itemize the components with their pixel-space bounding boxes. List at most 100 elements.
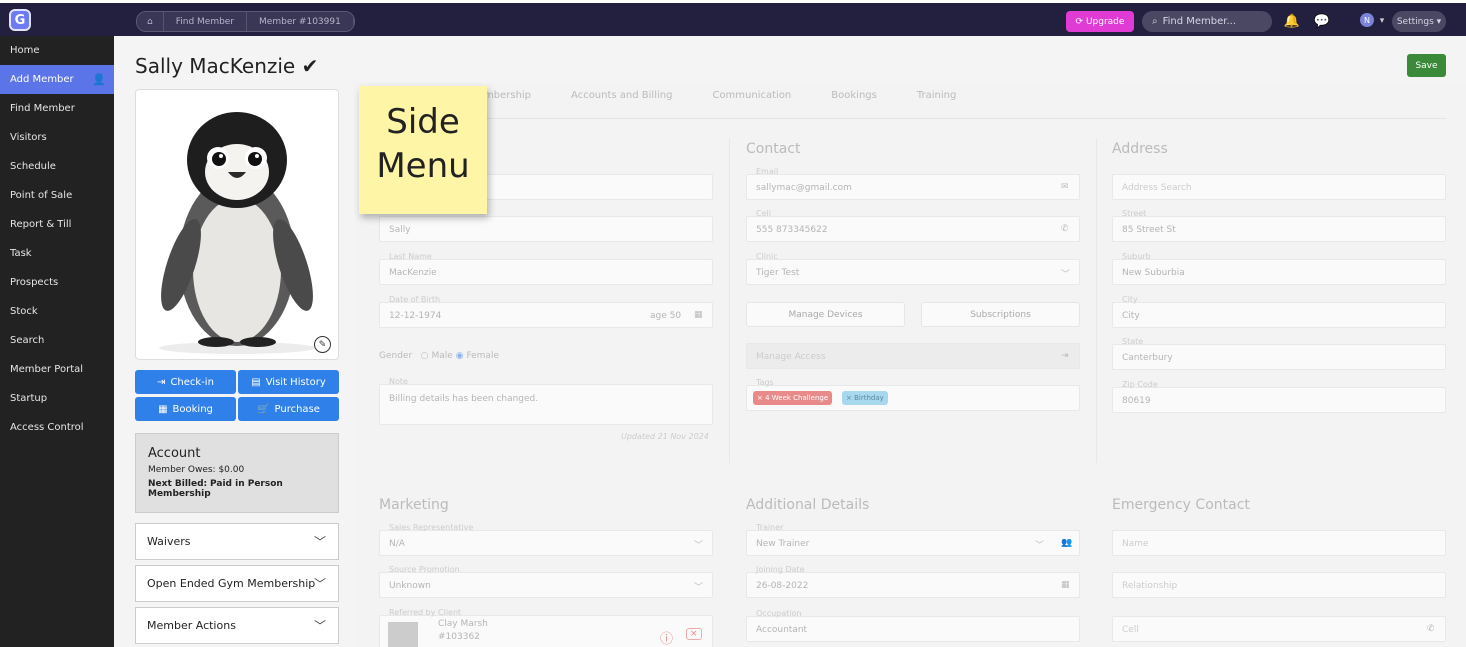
- clinic-label: Clinic: [756, 252, 778, 261]
- address-title: Address: [1112, 141, 1168, 157]
- street-field[interactable]: Street 85 Street St: [1112, 209, 1446, 242]
- tags-field[interactable]: Tags × 4 Week Challenge × Birthday: [746, 378, 1080, 411]
- tab-training[interactable]: Training: [917, 90, 956, 110]
- user-avatar[interactable]: N: [1360, 13, 1374, 27]
- top-bar: G ⌂ Find Member Member #103991 ⟳ Upgrade…: [0, 0, 1466, 36]
- trainer-select[interactable]: Trainer New Trainer ﹀ 👥: [746, 523, 1080, 556]
- upgrade-button[interactable]: ⟳ Upgrade: [1066, 11, 1134, 32]
- sidebar-item-stock[interactable]: Stock: [0, 297, 114, 326]
- member-actions-collapsible[interactable]: Member Actions ﹀: [135, 607, 339, 644]
- gender-label: Gender: [379, 351, 413, 361]
- tab-bookings[interactable]: Bookings: [831, 90, 877, 110]
- state-field[interactable]: State Canterbury: [1112, 337, 1446, 370]
- emergency-cell-field[interactable]: Cell ✆: [1112, 616, 1446, 642]
- history-icon: ▤: [251, 376, 261, 388]
- login-icon: ⇥: [157, 376, 166, 388]
- first-name-value: Sally: [389, 225, 411, 235]
- breadcrumb-find-member[interactable]: Find Member: [163, 12, 248, 31]
- address-search-field[interactable]: Address Search: [1112, 174, 1446, 200]
- purchase-button[interactable]: 🛒 Purchase: [238, 397, 339, 421]
- chat-icon[interactable]: 💬: [1313, 12, 1331, 30]
- sidebar: Home Add Member 👤 Find Member Visitors S…: [0, 36, 114, 647]
- sign-in-icon[interactable]: ⇥: [1061, 351, 1069, 361]
- sidebar-item-access-control[interactable]: Access Control: [0, 413, 114, 442]
- emergency-name-field[interactable]: Name: [1112, 530, 1446, 556]
- sidebar-item-find-member[interactable]: Find Member: [0, 94, 114, 123]
- referrer-id: #103362: [438, 632, 480, 642]
- app-logo[interactable]: G: [9, 9, 31, 31]
- cart-icon: 🛒: [257, 403, 270, 415]
- cell-field[interactable]: Cell 555 873345622 ✆: [746, 209, 1080, 242]
- member-name: Sally MacKenzie ✔: [135, 54, 319, 78]
- street-value: 85 Street St: [1122, 225, 1176, 235]
- occupation-field[interactable]: Occupation Accountant: [746, 609, 1080, 642]
- manage-devices-button[interactable]: Manage Devices: [746, 302, 905, 327]
- account-title: Account: [148, 446, 201, 461]
- tab-communication[interactable]: Communication: [712, 90, 791, 110]
- calendar-icon[interactable]: ▦: [694, 310, 703, 320]
- email-value: sallymac@gmail.com: [756, 183, 852, 193]
- save-button[interactable]: Save: [1407, 54, 1446, 77]
- sidebar-item-task[interactable]: Task: [0, 239, 114, 268]
- emergency-relationship-field[interactable]: Relationship: [1112, 572, 1446, 598]
- breadcrumb-member[interactable]: Member #103991: [247, 12, 354, 31]
- bell-icon[interactable]: 🔔: [1283, 12, 1301, 30]
- dob-field[interactable]: Date of Birth 12-12-1974 age 50 ▦: [379, 295, 713, 328]
- first-name-field[interactable]: Sally: [379, 216, 713, 242]
- member-actions-label: Member Actions: [147, 619, 236, 632]
- visit-history-button[interactable]: ▤ Visit History: [238, 370, 339, 394]
- membership-collapsible[interactable]: Open Ended Gym Membership ﹀: [135, 565, 339, 602]
- phone-icon[interactable]: ✆: [1427, 624, 1435, 634]
- radio-female-icon[interactable]: ◉: [456, 351, 464, 361]
- find-member-search[interactable]: ⌕ Find Member...: [1142, 11, 1272, 32]
- visit-history-label: Visit History: [265, 376, 326, 388]
- sidebar-item-visitors[interactable]: Visitors: [0, 123, 114, 152]
- sidebar-item-home[interactable]: Home: [0, 36, 114, 65]
- waivers-collapsible[interactable]: Waivers ﹀: [135, 523, 339, 560]
- alert-icon[interactable]: ⓘ: [660, 628, 673, 647]
- envelope-icon[interactable]: ✉: [1061, 182, 1069, 192]
- pencil-icon[interactable]: ✎: [314, 336, 331, 353]
- manage-access-field[interactable]: Manage Access ⇥: [746, 343, 1080, 369]
- tag-birthday[interactable]: × Birthday: [842, 391, 888, 405]
- home-icon[interactable]: ⌂: [137, 12, 164, 31]
- cell-label: Cell: [756, 209, 771, 218]
- tab-accounts-billing[interactable]: Accounts and Billing: [571, 90, 672, 110]
- joining-date-field[interactable]: Joining Date 26-08-2022 ▦: [746, 565, 1080, 598]
- chevron-down-icon[interactable]: ▾: [1373, 12, 1391, 30]
- clinic-select[interactable]: Clinic Tiger Test ﹀: [746, 252, 1080, 285]
- settings-button[interactable]: Settings ▾: [1392, 11, 1446, 32]
- booking-button[interactable]: ▦ Booking: [135, 397, 236, 421]
- add-user-icon[interactable]: 👥: [1061, 538, 1072, 548]
- remove-icon[interactable]: ×: [686, 628, 702, 640]
- sidebar-item-add-member[interactable]: Add Member 👤: [0, 65, 114, 94]
- email-field[interactable]: Email sallymac@gmail.com ✉: [746, 167, 1080, 200]
- suburb-field[interactable]: Suburb New Suburbia: [1112, 252, 1446, 285]
- sidebar-item-schedule[interactable]: Schedule: [0, 152, 114, 181]
- state-value: Canterbury: [1122, 353, 1173, 363]
- subscriptions-button[interactable]: Subscriptions: [921, 302, 1080, 327]
- sidebar-item-member-portal[interactable]: Member Portal: [0, 355, 114, 384]
- sidebar-item-report-till[interactable]: Report & Till: [0, 210, 114, 239]
- tab-membership[interactable]: mbership: [484, 90, 531, 110]
- phone-icon[interactable]: ✆: [1061, 224, 1069, 234]
- sidebar-item-startup[interactable]: Startup: [0, 384, 114, 413]
- zip-field[interactable]: Zip Code 80619: [1112, 380, 1446, 413]
- sidebar-item-point-of-sale[interactable]: Point of Sale: [0, 181, 114, 210]
- calendar-icon[interactable]: ▦: [1061, 580, 1070, 590]
- tag-4-week-challenge[interactable]: × 4 Week Challenge: [753, 391, 833, 405]
- city-field[interactable]: City City: [1112, 295, 1446, 328]
- email-label: Email: [756, 167, 779, 176]
- sales-rep-select[interactable]: Sales Representative N/A ﹀: [379, 523, 713, 556]
- check-in-button[interactable]: ⇥ Check-in: [135, 370, 236, 394]
- source-promotion-select[interactable]: Source Promotion Unknown ﹀: [379, 565, 713, 598]
- sidebar-item-prospects[interactable]: Prospects: [0, 268, 114, 297]
- referred-by-field[interactable]: Referred by Client Clay Marsh #103362 ⓘ …: [379, 608, 713, 647]
- last-name-field[interactable]: Last Name MacKenzie: [379, 252, 713, 285]
- radio-male-icon[interactable]: ○: [421, 351, 429, 361]
- suburb-value: New Suburbia: [1122, 268, 1185, 278]
- last-name-label: Last Name: [389, 252, 432, 261]
- check-in-label: Check-in: [170, 376, 214, 388]
- note-field[interactable]: Note Billing details has been changed.: [379, 377, 713, 425]
- sidebar-item-search[interactable]: Search: [0, 326, 114, 355]
